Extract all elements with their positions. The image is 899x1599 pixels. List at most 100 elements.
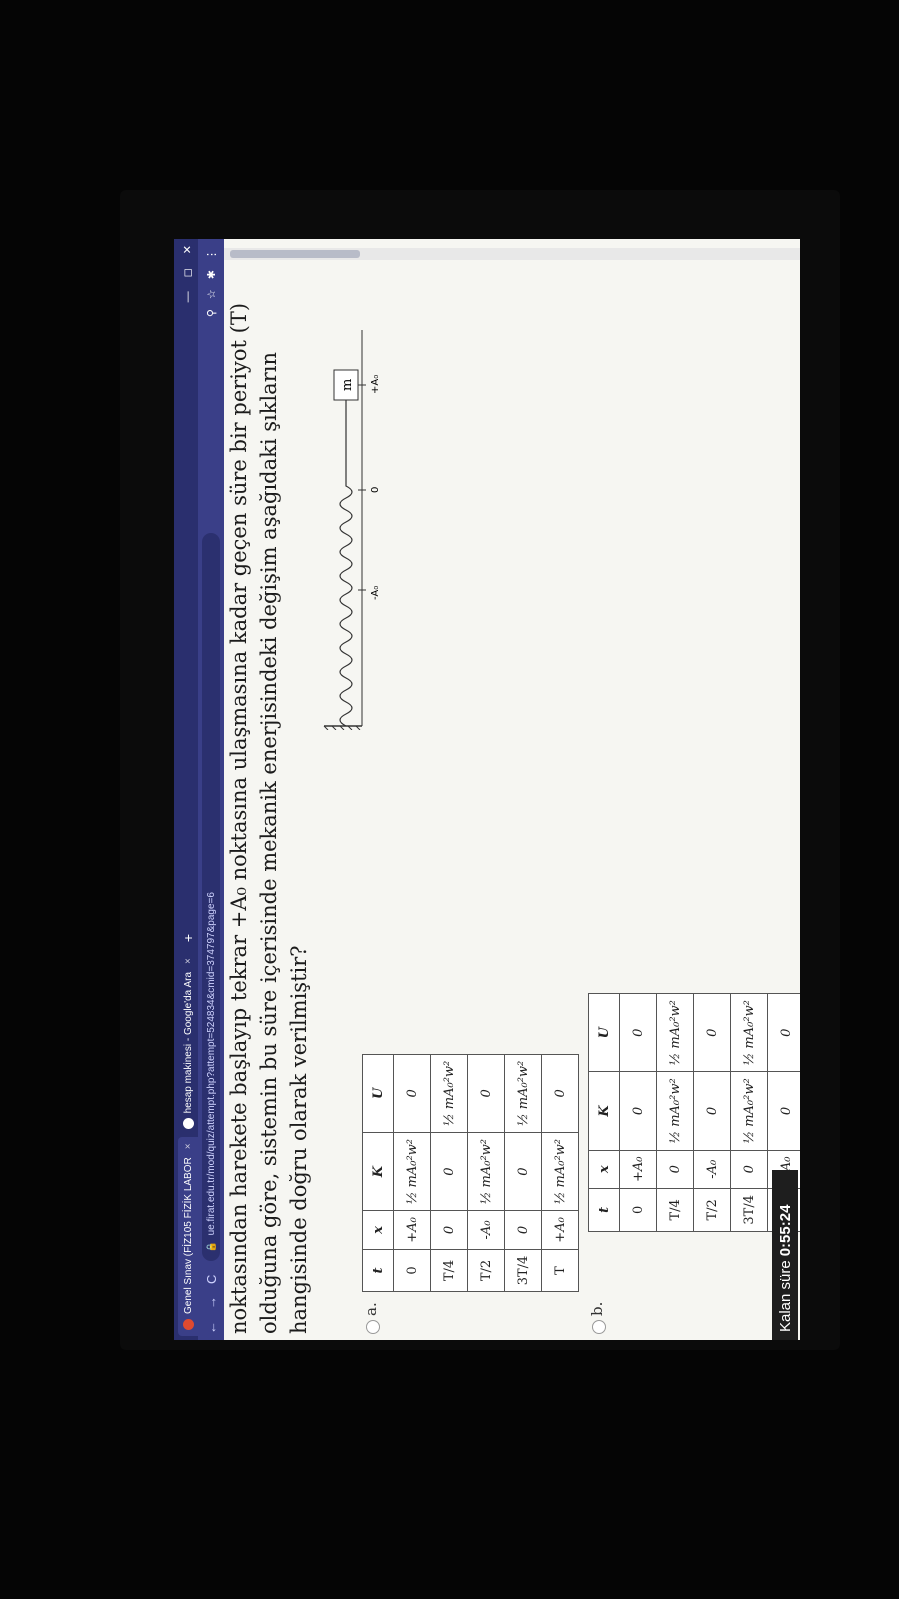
mass-label: m: [340, 379, 355, 391]
extension-icon[interactable]: ✱: [205, 270, 218, 279]
cell-x: -A₀: [693, 1150, 731, 1189]
col-x-header: x: [362, 1210, 394, 1250]
minimize-button[interactable]: —: [178, 291, 198, 302]
close-window-button[interactable]: ✕: [178, 245, 198, 254]
cell-u: 0: [393, 1054, 431, 1133]
cell-k: 0: [693, 1071, 731, 1151]
window-controls: — ◻ ✕: [178, 239, 198, 302]
cell-k: 0: [767, 1071, 800, 1151]
tab-google-search[interactable]: hesap makinesi - Google'da Ara ×: [178, 952, 198, 1135]
cell-u: 0: [693, 993, 731, 1072]
col-x-header: x: [588, 1150, 620, 1189]
address-bar-icons: ⚲ ☆ ✱ ⋮: [205, 239, 218, 317]
col-k-header: K: [362, 1132, 394, 1211]
question-line: noktasından harekete başlayıp tekrar +A₀…: [227, 302, 251, 1334]
cell-k: ½ mA₀²w²: [656, 1071, 694, 1151]
moodle-favicon-icon: [182, 1319, 194, 1330]
table-row: T/2 -A₀ 0 0: [693, 993, 731, 1232]
left-wall: [323, 725, 362, 730]
cell-k: ½ mA₀²w²: [393, 1132, 431, 1211]
time-remaining-badge: Kalan süre 0:55:24: [772, 1170, 798, 1340]
tab-strip: Genel Sınav (FİZ105 FİZİK LABOR × hesap …: [174, 239, 198, 1340]
cell-u: 0: [619, 993, 657, 1072]
cell-k: 0: [430, 1132, 468, 1211]
cell-k: ½ mA₀²w²: [541, 1132, 579, 1211]
spring: [339, 400, 353, 727]
cell-x: 0: [656, 1150, 694, 1189]
close-tab-icon[interactable]: ×: [183, 1143, 194, 1149]
radio-option-a[interactable]: [366, 1320, 380, 1334]
col-t-header: t: [362, 1249, 394, 1292]
address-bar-row: ← → C 🔒 ue.firat.edu.tr/mod/quiz/attempt…: [198, 239, 224, 1340]
cell-k: ½ mA₀²w²: [730, 1071, 768, 1151]
col-u-header: U: [362, 1054, 394, 1133]
table-row: 3T/4 0 0 ½ mA₀²w²: [504, 1054, 542, 1292]
minus-a-label: -A₀: [370, 586, 381, 600]
cell-t: T: [541, 1249, 579, 1292]
plus-a-label: +A₀: [370, 375, 381, 394]
answer-option-a[interactable]: a. t x K U 0 +A₀ ½ mA₀²w² 0 T/4 0 0 ½ mA…: [362, 1053, 579, 1334]
col-t-header: t: [588, 1188, 620, 1232]
answer-option-b[interactable]: b. t x K U 0 +A₀ 0 0 T/4 0 ½ mA₀²w² ½ mA…: [588, 993, 800, 1334]
restore-button[interactable]: ◻: [178, 268, 198, 277]
col-u-header: U: [588, 993, 620, 1072]
table-header-row: t x K U: [362, 1054, 394, 1292]
cell-t: 0: [619, 1188, 657, 1232]
option-letter: a.: [362, 1302, 380, 1316]
cell-k: ½ mA₀²w²: [467, 1132, 505, 1211]
reload-button[interactable]: C: [204, 1269, 219, 1290]
question-text: noktasından harekete başlayıp tekrar +A₀…: [224, 284, 314, 1334]
question-line: hangisinde doğru olarak verilmiştir?: [287, 945, 311, 1334]
cell-k: 0: [619, 1071, 657, 1151]
cell-u: 0: [541, 1054, 579, 1133]
scrollbar-thumb[interactable]: [230, 250, 360, 258]
cell-u: 0: [767, 993, 800, 1072]
browser-menu-icon[interactable]: ⋮: [205, 249, 218, 260]
timer-value: 0:55:24: [776, 1204, 794, 1257]
cell-x: -A₀: [467, 1210, 505, 1250]
zoom-icon[interactable]: ⚲: [205, 309, 218, 317]
table-row: T/4 0 0 ½ mA₀²w²: [430, 1054, 468, 1292]
cell-u: ½ mA₀²w²: [730, 993, 768, 1072]
table-row: 3T/4 0 ½ mA₀²w² ½ mA₀²w²: [730, 993, 768, 1232]
option-letter: b.: [588, 1301, 606, 1316]
new-tab-button[interactable]: +: [178, 926, 198, 950]
browser-window: Genel Sınav (FİZ105 FİZİK LABOR × hesap …: [174, 239, 800, 1340]
zero-label: 0: [370, 487, 381, 493]
close-tab-icon[interactable]: ×: [183, 958, 194, 964]
table-header-row: t x K U: [588, 993, 620, 1232]
google-favicon-icon: [182, 1118, 194, 1130]
quiz-page: noktasından harekete başlayıp tekrar +A₀…: [224, 239, 800, 1340]
cell-x: 0: [504, 1210, 542, 1250]
cell-u: ½ mA₀²w²: [656, 993, 694, 1072]
cell-x: +A₀: [541, 1210, 579, 1250]
cell-x: 0: [430, 1210, 468, 1250]
url-input[interactable]: 🔒 ue.firat.edu.tr/mod/quiz/attempt.php?a…: [202, 532, 220, 1261]
page-scrollbar[interactable]: [224, 248, 800, 260]
col-k-header: K: [588, 1071, 620, 1151]
cell-t: T/2: [467, 1249, 505, 1292]
table-row: T/4 0 ½ mA₀²w² ½ mA₀²w²: [656, 993, 694, 1232]
back-button[interactable]: ←: [204, 1315, 219, 1340]
cell-t: 3T/4: [730, 1188, 768, 1232]
bookmark-star-icon[interactable]: ☆: [205, 289, 218, 299]
cell-u: ½ mA₀²w²: [504, 1054, 542, 1133]
lock-icon: 🔒: [205, 1241, 216, 1253]
table-row: T/2 -A₀ ½ mA₀²w² 0: [467, 1054, 505, 1292]
forward-button[interactable]: →: [204, 1290, 219, 1315]
timer-label: Kalan süre: [776, 1260, 794, 1332]
cell-t: T/2: [693, 1188, 731, 1232]
tab-quiz[interactable]: Genel Sınav (FİZ105 FİZİK LABOR ×: [178, 1137, 198, 1336]
cell-k: 0: [504, 1132, 542, 1211]
url-text: ue.firat.edu.tr/mod/quiz/attempt.php?att…: [205, 892, 217, 1236]
option-a-table: t x K U 0 +A₀ ½ mA₀²w² 0 T/4 0 0 ½ mA₀²w…: [362, 1053, 579, 1293]
table-row: T +A₀ ½ mA₀²w² 0: [541, 1054, 579, 1292]
cell-u: 0: [467, 1054, 505, 1133]
cell-x: +A₀: [393, 1210, 431, 1250]
cell-t: 0: [393, 1249, 431, 1292]
cell-t: T/4: [430, 1249, 468, 1292]
cell-t: T/4: [656, 1188, 694, 1232]
radio-option-b[interactable]: [592, 1320, 606, 1334]
tab-label: hesap makinesi - Google'da Ara: [182, 971, 194, 1114]
cell-x: 0: [730, 1150, 768, 1189]
